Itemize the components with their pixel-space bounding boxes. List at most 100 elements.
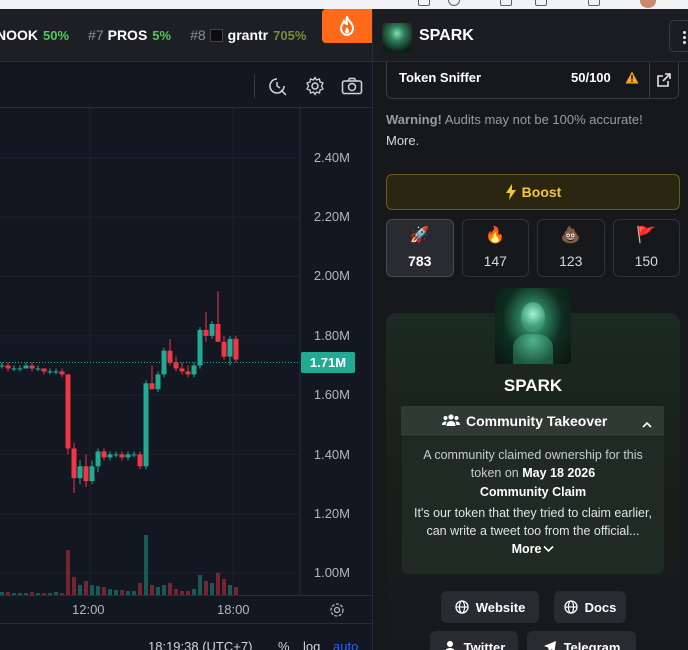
fire-emoji-icon: 🔥 — [485, 227, 506, 244]
token-sniffer-row[interactable]: Token Sniffer 50/100 — [386, 62, 650, 99]
price-axis-label: 1.00M — [313, 565, 350, 580]
volume-bar — [216, 573, 220, 595]
users-icon — [442, 413, 460, 432]
last-price-badge: 1.71M — [301, 352, 355, 373]
window-icon[interactable] — [535, 0, 547, 6]
reaction-count: 783 — [408, 253, 432, 269]
volume-bar — [138, 583, 142, 595]
candle-body — [155, 374, 161, 390]
candle-body — [143, 383, 149, 467]
volume-bar — [150, 585, 154, 595]
settings-gear-icon[interactable] — [303, 74, 327, 98]
more-menu-button[interactable] — [669, 20, 688, 52]
time-axis-label: 12:00 — [72, 602, 105, 617]
candle-body — [83, 466, 89, 482]
reaction-flag[interactable]: 🚩 150 — [612, 219, 680, 277]
replay-icon[interactable] — [265, 74, 289, 98]
claim-title: Community Claim — [479, 485, 587, 499]
reaction-rocket[interactable]: 🚀 783 — [386, 219, 454, 277]
warning-more-link[interactable]: More. — [386, 133, 419, 148]
profile-avatar[interactable] — [640, 0, 656, 8]
candle-body — [107, 454, 113, 458]
volume-bar — [222, 579, 226, 595]
chevron-up-icon — [642, 415, 652, 433]
ticker-item[interactable]: #8 grantr 705% — [190, 27, 306, 43]
telegram-button[interactable]: Telegram — [527, 631, 636, 650]
claim-body: It's our token that they tried to claim … — [414, 504, 652, 558]
claim-more-link[interactable]: More — [512, 542, 555, 556]
telegram-label: Telegram — [563, 639, 621, 650]
trending-ticker: NOOK 50% #7 PROS 5% #8 grantr 705% — [0, 9, 372, 62]
twitter-button[interactable]: Twitter — [430, 631, 518, 650]
candle-body — [47, 371, 53, 373]
auto-toggle[interactable]: auto — [333, 639, 358, 650]
star-icon[interactable] — [448, 0, 460, 6]
boost-button[interactable]: Boost — [386, 174, 680, 210]
fire-icon — [339, 16, 355, 36]
sniffer-score: 50/100 — [571, 70, 611, 85]
candle-body — [53, 371, 59, 373]
volume-bar — [66, 550, 70, 595]
globe-icon — [455, 600, 469, 614]
globe-icon — [563, 600, 578, 614]
sniffer-label: Token Sniffer — [399, 70, 482, 85]
volume-bar — [144, 535, 148, 595]
reaction-poop[interactable]: 💩 123 — [537, 219, 605, 277]
ticker-rank: #8 — [190, 27, 206, 43]
price-axis-label: 2.00M — [313, 268, 350, 283]
community-name: SPARK — [503, 376, 563, 395]
percent-toggle[interactable]: % — [278, 639, 290, 650]
poop-icon: 💩 — [560, 227, 581, 244]
candle-body — [221, 341, 227, 357]
external-link-button[interactable] — [649, 62, 679, 99]
token-avatar — [382, 23, 412, 53]
claim-date: May 18 2026 — [522, 466, 596, 480]
reader-icon[interactable] — [588, 0, 600, 6]
candle-body — [65, 374, 71, 449]
ticker-item[interactable]: #7 PROS 5% — [88, 27, 171, 43]
candle-body — [113, 454, 119, 456]
translate-icon[interactable] — [500, 0, 512, 6]
telegram-icon — [543, 641, 556, 650]
browser-toolbar-strip — [0, 0, 688, 9]
time-axis-label: 18:00 — [217, 602, 250, 617]
website-label: Website — [475, 599, 526, 615]
claim-summary: A community claimed ownership for this t… — [408, 446, 658, 482]
volume-bar — [96, 586, 100, 595]
price-axis-label: 2.40M — [313, 150, 350, 165]
claim-body-text: It's our token that they tried to claim … — [414, 506, 652, 538]
candle-body — [95, 451, 101, 467]
time-axis[interactable]: 12:00 18:00 — [0, 595, 372, 623]
volume-bar — [84, 581, 88, 595]
camera-icon[interactable] — [340, 74, 364, 98]
warning-bold: Warning! — [386, 112, 442, 127]
candle-body — [35, 368, 41, 370]
chevron-down-icon — [543, 545, 555, 553]
token-title: SPARK — [419, 27, 474, 44]
toolbar-divider — [254, 74, 255, 98]
website-button[interactable]: Website — [441, 591, 539, 623]
candle-body — [101, 451, 107, 458]
trending-fire-button[interactable] — [322, 9, 372, 43]
candle-body — [167, 350, 173, 363]
volume-bar — [234, 587, 238, 595]
log-toggle[interactable]: log — [303, 639, 320, 650]
candle-body — [191, 365, 197, 375]
docs-button[interactable]: Docs — [554, 591, 626, 623]
axis-settings-icon[interactable] — [329, 602, 345, 623]
candle-body — [23, 365, 29, 369]
extension-icon[interactable] — [418, 0, 430, 6]
reaction-count: 123 — [559, 253, 583, 269]
lightning-icon — [505, 184, 516, 200]
community-avatar — [495, 288, 571, 364]
ticker-item[interactable]: NOOK 50% — [0, 27, 69, 43]
twitter-label: Twitter — [463, 639, 506, 650]
more-label: More — [511, 542, 542, 556]
reaction-fire[interactable]: 🔥 147 — [461, 219, 529, 277]
candle-body — [173, 362, 179, 369]
price-axis-label: 1.20M — [313, 506, 350, 521]
volume-bar — [102, 587, 106, 595]
warning-triangle-icon — [625, 71, 639, 89]
community-takeover-toggle[interactable]: Community Takeover — [401, 406, 664, 436]
volume-bar — [78, 585, 82, 595]
